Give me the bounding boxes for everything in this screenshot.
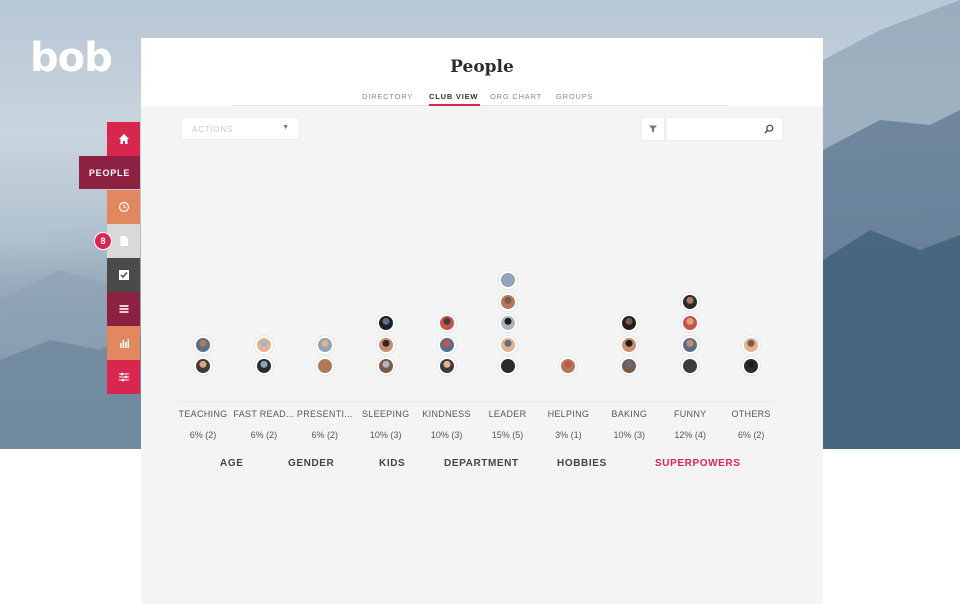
category-percentage: 6% (2) (737, 430, 765, 440)
tab-directory[interactable]: DIRECTORY (362, 92, 413, 101)
search-input[interactable] (671, 121, 759, 137)
member-avatar[interactable] (376, 314, 395, 332)
home-icon (118, 134, 129, 144)
member-avatar[interactable] (315, 357, 334, 375)
bar-chart-icon (119, 339, 129, 348)
sidebar-item-tasks[interactable] (107, 258, 140, 292)
member-avatar[interactable] (681, 314, 700, 332)
sidebar-item-settings[interactable] (107, 360, 140, 394)
category-label[interactable]: BAKING (597, 409, 661, 419)
member-avatar[interactable] (254, 335, 273, 354)
category-percentage: 3% (1) (555, 430, 582, 440)
sliders-icon (118, 372, 129, 382)
member-avatar[interactable] (254, 357, 273, 375)
member-avatar[interactable] (620, 357, 639, 375)
panel-header: People DIRECTORY CLUB VIEW ORG CHART GRO… (141, 38, 823, 106)
sidebar-item-analytics[interactable] (107, 326, 140, 360)
page-title: People (450, 57, 514, 77)
member-avatar[interactable] (437, 357, 456, 375)
member-avatar[interactable] (376, 335, 395, 354)
member-avatar[interactable] (498, 357, 517, 375)
actions-dropdown[interactable]: ACTIONS ▼ (181, 117, 300, 140)
main-panel: People DIRECTORY CLUB VIEW ORG CHART GRO… (141, 38, 823, 604)
member-avatar[interactable] (194, 357, 212, 375)
category-percentage: 10% (3) (430, 430, 463, 440)
category-percentage: 10% (3) (369, 430, 402, 440)
member-avatar[interactable] (315, 335, 334, 354)
category-percentage: 6% (2) (189, 430, 217, 440)
dimension-tab-age[interactable]: AGE (220, 458, 243, 469)
member-avatar[interactable] (681, 335, 700, 354)
tab-groups[interactable]: GROUPS (556, 92, 593, 101)
sidebar-item-payroll[interactable] (107, 292, 140, 326)
sidebar-item-time-off[interactable] (107, 190, 140, 224)
search-icon[interactable] (764, 124, 774, 134)
member-avatar[interactable] (681, 292, 700, 311)
filter-button[interactable] (641, 117, 665, 141)
dimension-tab-gender[interactable]: GENDER (288, 458, 334, 469)
active-tab-underline (429, 104, 480, 106)
tab-club-view[interactable]: CLUB VIEW (429, 92, 478, 101)
category-label[interactable]: KINDNESS (415, 409, 479, 419)
member-avatar[interactable] (498, 314, 517, 332)
member-avatar[interactable] (620, 314, 639, 332)
bob-logo: bob (30, 35, 113, 81)
category-label[interactable]: SLEEPING (354, 409, 418, 419)
clock-icon (118, 201, 129, 213)
category-label[interactable]: TEACHING (171, 409, 235, 419)
category-percentage: 12% (4) (674, 430, 706, 440)
stack-icon (119, 305, 128, 313)
category-label[interactable]: FAST READ... (232, 409, 296, 419)
member-avatar[interactable] (498, 292, 517, 311)
member-avatar[interactable] (194, 335, 212, 354)
dimension-tab-superpowers[interactable]: SUPERPOWERS (655, 458, 741, 469)
category-percentage: 6% (2) (311, 430, 339, 440)
category-percentage: 15% (5) (491, 430, 524, 440)
document-icon (120, 236, 128, 246)
member-avatar[interactable] (681, 357, 700, 375)
actions-label: ACTIONS (192, 125, 234, 134)
filter-icon (649, 125, 657, 133)
category-label[interactable]: PRESENTI... (293, 409, 357, 419)
dimension-tab-kids[interactable]: KIDS (379, 458, 405, 469)
chevron-down-icon: ▼ (282, 124, 290, 131)
sidebar-item-people[interactable]: PEOPLE (79, 156, 140, 189)
member-avatar[interactable] (742, 335, 761, 354)
member-avatar[interactable] (559, 357, 578, 375)
category-divider (178, 401, 774, 402)
category-percentage: 6% (2) (250, 430, 278, 440)
member-avatar[interactable] (742, 357, 761, 375)
checkbox-icon (118, 270, 129, 280)
sidebar-item-home[interactable] (107, 122, 140, 156)
dimension-tab-department[interactable]: DEPARTMENT (444, 458, 519, 469)
search-box[interactable] (666, 117, 783, 141)
member-avatar[interactable] (376, 357, 395, 375)
member-avatar[interactable] (437, 335, 456, 354)
category-label[interactable]: HELPING (536, 409, 600, 419)
dimension-tab-hobbies[interactable]: HOBBIES (557, 458, 607, 469)
view-tabs: DIRECTORY CLUB VIEW ORG CHART GROUPS (233, 90, 727, 106)
notification-badge: 8 (94, 232, 112, 250)
member-avatar[interactable] (498, 335, 517, 354)
tab-org-chart[interactable]: ORG CHART (490, 92, 542, 101)
category-percentage: 10% (3) (613, 430, 646, 440)
category-label[interactable]: LEADER (476, 409, 540, 419)
member-avatar[interactable] (620, 335, 639, 354)
member-avatar[interactable] (498, 271, 517, 289)
category-label[interactable]: OTHERS (719, 409, 783, 419)
member-avatar[interactable] (437, 314, 456, 332)
category-label[interactable]: FUNNY (658, 409, 722, 419)
